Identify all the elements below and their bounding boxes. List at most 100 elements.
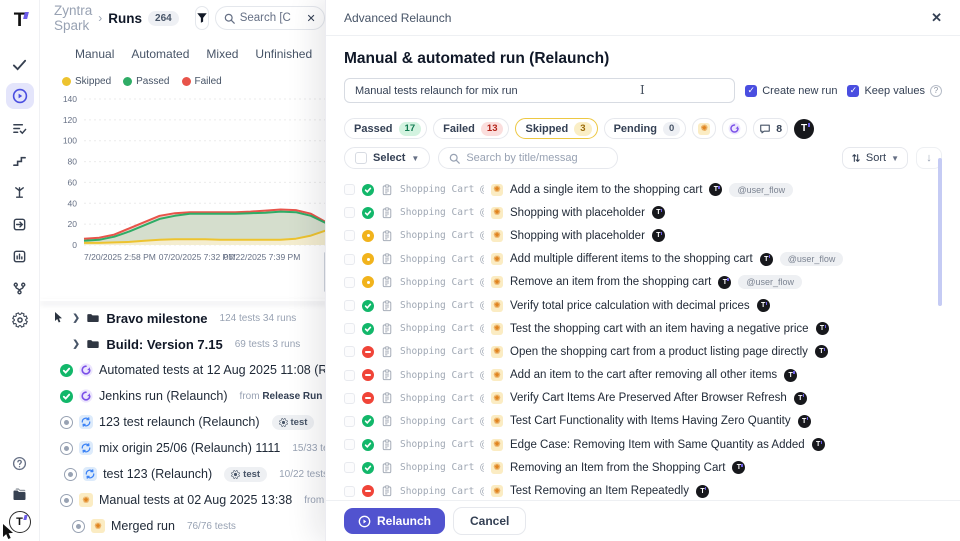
modal-scrollbar[interactable] — [938, 158, 942, 306]
milestone-row[interactable]: ❯Bravo milestone124 tests 34 runs — [40, 305, 328, 331]
create-new-run-checkbox[interactable]: ✓ Create new run — [745, 85, 837, 97]
help-icon[interactable] — [6, 450, 34, 476]
filter-skipped[interactable]: Skipped3 — [515, 118, 597, 139]
filter-failed[interactable]: Failed13 — [433, 118, 509, 139]
test-row[interactable]: Shopping Cart @...✺Remove an item from t… — [344, 271, 942, 294]
row-checkbox[interactable] — [344, 486, 355, 497]
run-row[interactable]: Jenkins run (Relaunch)from Release Run 1… — [40, 383, 328, 409]
comments-button[interactable]: 8 — [753, 118, 788, 139]
row-checkbox[interactable] — [344, 207, 355, 218]
test-row[interactable]: Shopping Cart @...✺Verify total price ca… — [344, 294, 942, 317]
run-row[interactable]: ✺Merged run76/76 tests — [40, 513, 328, 539]
run-title[interactable]: Automated tests at 12 Aug 2025 11:08 (Re… — [99, 363, 328, 377]
tab-automated[interactable]: Automated — [131, 47, 189, 61]
tab-unfinished[interactable]: Unfinished — [255, 47, 312, 61]
test-title[interactable]: Test Removing an Item Repeatedly — [510, 485, 689, 497]
import-icon[interactable] — [6, 211, 34, 237]
run-title[interactable]: Jenkins run (Relaunch) — [99, 389, 228, 403]
flaky-icon[interactable] — [6, 179, 34, 205]
test-title[interactable]: Remove an item from the shopping cart — [510, 276, 711, 288]
test-title[interactable]: Add a single item to the shopping cart — [510, 184, 702, 196]
test-row[interactable]: Shopping Cart @...✺Verify Cart Items Are… — [344, 387, 942, 410]
test-row[interactable]: Shopping Cart @...✺Add an item to the ca… — [344, 364, 942, 387]
run-row[interactable]: test 123 (Relaunch)test10/22 tests — [40, 461, 328, 487]
clear-search-icon[interactable]: ✕ — [306, 12, 315, 25]
run-row[interactable]: 123 test relaunch (Relaunch)test15/23 te… — [40, 409, 328, 435]
test-title[interactable]: Add multiple different items to the shop… — [510, 253, 753, 265]
milestone-title[interactable]: Build: Version 7.15 — [106, 337, 222, 352]
close-icon[interactable]: ✕ — [931, 10, 942, 26]
filter-passed[interactable]: Passed17 — [344, 118, 427, 139]
run-title[interactable]: Manual tests at 02 Aug 2025 13:38 — [99, 493, 292, 507]
app-logo[interactable]: T — [14, 10, 26, 32]
row-checkbox[interactable] — [344, 462, 355, 473]
manual-filter-button[interactable]: ✺ — [692, 118, 716, 139]
milestone-row[interactable]: ❯Build: Version 7.1569 tests 3 runs — [40, 331, 328, 357]
row-checkbox[interactable] — [344, 393, 355, 404]
branches-icon[interactable] — [6, 275, 34, 301]
sort-button[interactable]: Sort ▼ — [842, 147, 908, 169]
tests-search-input[interactable]: Search by title/messag — [438, 147, 618, 169]
run-row[interactable]: mix origin 25/06 (Relaunch) 111115/33 te… — [40, 435, 328, 461]
test-row[interactable]: Shopping Cart @...✺Open the shopping car… — [344, 340, 942, 363]
projects-icon[interactable] — [6, 482, 34, 508]
row-checkbox[interactable] — [344, 277, 355, 288]
run-row[interactable]: Automated tests at 12 Aug 2025 11:08 (Re… — [40, 357, 328, 383]
test-row[interactable]: Shopping Cart @...✺Shopping with placeho… — [344, 201, 942, 224]
tab-manual[interactable]: Manual — [75, 47, 114, 61]
assignee-avatar[interactable]: T — [794, 119, 814, 139]
test-row[interactable]: Shopping Cart @...✺Add a single item to … — [344, 178, 942, 201]
run-title[interactable]: mix origin 25/06 (Relaunch) 1111 — [99, 441, 280, 455]
tests-icon[interactable] — [6, 51, 34, 77]
plans-icon[interactable] — [6, 115, 34, 141]
run-row[interactable]: ✺Manual tests at 02 Aug 2025 13:38from C… — [40, 487, 328, 513]
test-title[interactable]: Edge Case: Removing Item with Same Quant… — [510, 439, 805, 451]
test-title[interactable]: Verify total price calculation with deci… — [510, 300, 750, 312]
row-checkbox[interactable] — [344, 416, 355, 427]
test-title[interactable]: Test the shopping cart with an item havi… — [510, 323, 809, 335]
cancel-button[interactable]: Cancel — [453, 507, 526, 535]
test-title[interactable]: Removing an Item from the Shopping Cart — [510, 462, 725, 474]
row-checkbox[interactable] — [344, 300, 355, 311]
test-title[interactable]: Shopping with placeholder — [510, 207, 645, 219]
test-row[interactable]: Shopping Cart @...✺Add multiple differen… — [344, 248, 942, 271]
runs-search-input[interactable]: Search [C ✕ — [215, 6, 325, 30]
keep-values-checkbox[interactable]: ✓ Keep values ? — [847, 85, 942, 97]
run-title[interactable]: test 123 (Relaunch) — [103, 467, 212, 481]
row-checkbox[interactable] — [344, 346, 355, 357]
test-row[interactable]: Shopping Cart @...✺Removing an Item from… — [344, 456, 942, 479]
relaunch-button[interactable]: Relaunch — [344, 508, 445, 534]
test-row[interactable]: Shopping Cart @...✺Shopping with placeho… — [344, 224, 942, 247]
chevron-right-icon[interactable]: ❯ — [72, 313, 80, 323]
row-checkbox[interactable] — [344, 230, 355, 241]
test-title[interactable]: Test Cart Functionality with Items Havin… — [510, 415, 791, 427]
filter-pending[interactable]: Pending0 — [604, 118, 687, 139]
row-checkbox[interactable] — [344, 370, 355, 381]
milestone-title[interactable]: Bravo milestone — [106, 311, 207, 326]
runs-icon[interactable] — [6, 83, 34, 109]
test-title[interactable]: Open the shopping cart from a product li… — [510, 346, 808, 358]
test-title[interactable]: Shopping with placeholder — [510, 230, 645, 242]
run-name-input[interactable]: Manual tests relaunch for mix run I — [344, 78, 735, 103]
row-checkbox[interactable] — [344, 323, 355, 334]
breadcrumb-project[interactable]: Zyntra Spark — [54, 3, 92, 33]
filter-button[interactable] — [195, 6, 209, 30]
chevron-right-icon[interactable]: ❯ — [72, 339, 80, 349]
run-title[interactable]: Merged run — [111, 519, 175, 533]
row-checkbox[interactable] — [344, 439, 355, 450]
settings-icon[interactable] — [6, 307, 34, 333]
select-dropdown[interactable]: Select ▼ — [344, 147, 430, 169]
reports-icon[interactable] — [6, 243, 34, 269]
row-checkbox[interactable] — [344, 254, 355, 265]
help-circle-icon[interactable]: ? — [930, 85, 942, 97]
test-title[interactable]: Verify Cart Items Are Preserved After Br… — [510, 392, 787, 404]
test-row[interactable]: Shopping Cart @...✺Test the shopping car… — [344, 317, 942, 340]
tab-mixed[interactable]: Mixed — [206, 47, 238, 61]
steps-icon[interactable] — [6, 147, 34, 173]
run-title[interactable]: 123 test relaunch (Relaunch) — [99, 415, 260, 429]
breadcrumb-page[interactable]: Runs — [108, 11, 142, 26]
test-row[interactable]: Shopping Cart @...✺Edge Case: Removing I… — [344, 433, 942, 456]
test-row[interactable]: Shopping Cart @...✺Test Cart Functionali… — [344, 410, 942, 433]
test-title[interactable]: Add an item to the cart after removing a… — [510, 369, 777, 381]
row-checkbox[interactable] — [344, 184, 355, 195]
